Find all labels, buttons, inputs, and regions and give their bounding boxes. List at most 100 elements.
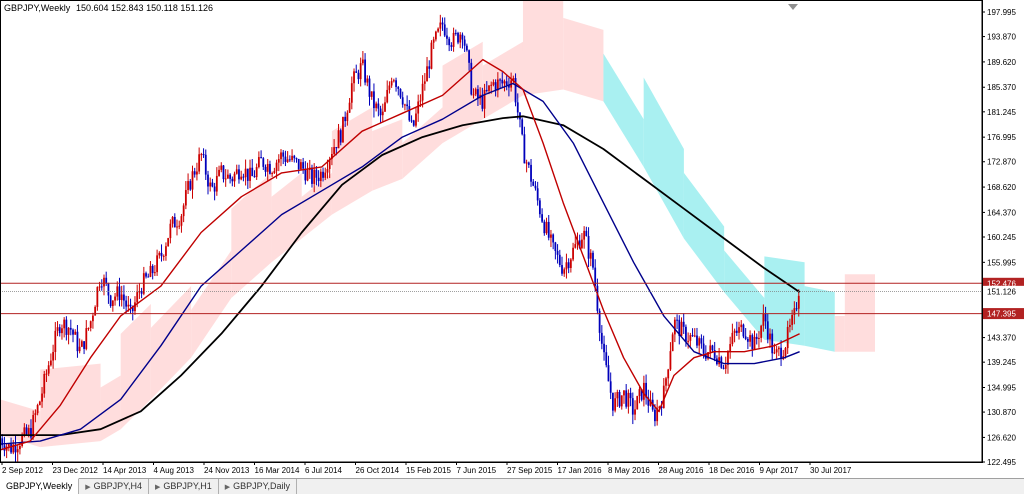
x-tick-label: 8 May 2016 [608,466,650,475]
candle-body [631,398,634,415]
candle-body [224,178,227,180]
candle-body [419,100,422,102]
candle-body [545,221,548,234]
candle-body [266,164,269,172]
candle-body [346,112,349,122]
candle-body [667,369,670,379]
candle-body [120,294,123,301]
candle-body [600,332,603,344]
candle-body [315,169,318,178]
y-tick-label: 181.245 [987,108,1016,117]
candle-body [145,273,147,277]
candle-body [554,242,557,251]
candle-body [151,265,154,274]
candle-body [319,171,322,182]
candle-body [585,230,588,236]
y-tick-label: 139.245 [987,358,1016,367]
candle-body [698,338,701,346]
candle-body [437,28,440,32]
candle-body [189,181,192,190]
candle-body [775,349,778,353]
cloud-segment [372,119,403,191]
candle-body [264,166,267,172]
tab-label: GBPJPY,Daily [233,481,290,491]
candle-body [173,216,176,228]
candle-body [558,254,561,266]
candle-body [731,332,734,345]
candle-body [753,336,756,350]
candle-body [399,88,402,98]
candle-body [293,155,296,159]
candle-body [474,89,477,95]
candle-body [481,94,484,109]
candle-body [180,216,183,226]
tab-gbpjpy-h4[interactable]: ▶ GBPJPY,H4 [79,479,149,494]
candle-body [158,252,161,256]
candle-body [534,185,537,189]
candle-body [156,255,158,273]
chart-window[interactable]: 197.995 193.870 189.620 185.370 181.245 176.9… [0,0,1024,494]
candle-body [450,45,453,47]
candle-body [638,389,641,397]
cloud-segment [844,274,875,352]
candle-body [671,334,674,352]
candle-body [41,393,43,402]
candle-body [627,392,630,407]
candle-body [408,106,411,121]
candle-body [733,330,736,333]
candle-body [165,246,167,256]
candle-body [430,42,433,69]
candle-body [395,80,397,87]
tab-gbpjpy-daily[interactable]: ▶ GBPJPY,Daily [219,479,297,494]
candle-body [191,171,194,190]
candle-body [735,330,738,333]
candle-body [452,32,455,47]
candle-body [623,390,625,396]
candle-body [521,119,524,135]
candle-body [249,167,251,181]
candle-body [375,103,378,109]
y-tick-label: 197.995 [987,8,1016,17]
candle-body [780,347,782,360]
candle-body [769,333,771,340]
candle-body [503,81,506,84]
candle-body [483,89,486,109]
candle-body [746,338,749,342]
candle-body [760,325,763,338]
candle-body [271,173,274,175]
candle-body [215,175,218,192]
candle-body [147,276,150,278]
candle-body [23,427,26,436]
tab-gbpjpy-h1[interactable]: ▶ GBPJPY,H1 [149,479,219,494]
candle-body [100,286,103,288]
candle-body [359,63,362,80]
tab-gbpjpy-weekly[interactable]: GBPJPY,Weekly [0,478,80,494]
chart-header-ohlc: 150.604 152.843 150.118 151.126 [76,3,213,13]
candle-body [273,170,276,174]
tab-label: GBPJPY,H4 [93,481,142,491]
candle-body [592,252,594,268]
candle-body [634,409,636,415]
chart-canvas[interactable]: 197.995 193.870 189.620 185.370 181.245 176.9… [0,0,1024,493]
candle-body [162,255,165,257]
candle-body [417,101,420,114]
candle-body [193,171,196,175]
candle-body [477,89,479,99]
candle-body [729,344,732,353]
candle-body [36,404,39,414]
candle-body [446,35,448,39]
x-tick-label: 18 Dec 2016 [709,466,755,475]
candle-body [123,294,125,301]
y-tick-label: 155.995 [987,258,1016,267]
candle-body [260,157,262,159]
candle-body [67,327,70,335]
candle-body [182,205,185,217]
candle-body [494,82,497,91]
candle-body [421,83,424,101]
candle-body [246,168,249,181]
candle-body [501,79,504,84]
candle-body [10,444,12,453]
candle-body [87,327,90,329]
cloud-segment [563,17,604,102]
candle-body [561,265,563,274]
